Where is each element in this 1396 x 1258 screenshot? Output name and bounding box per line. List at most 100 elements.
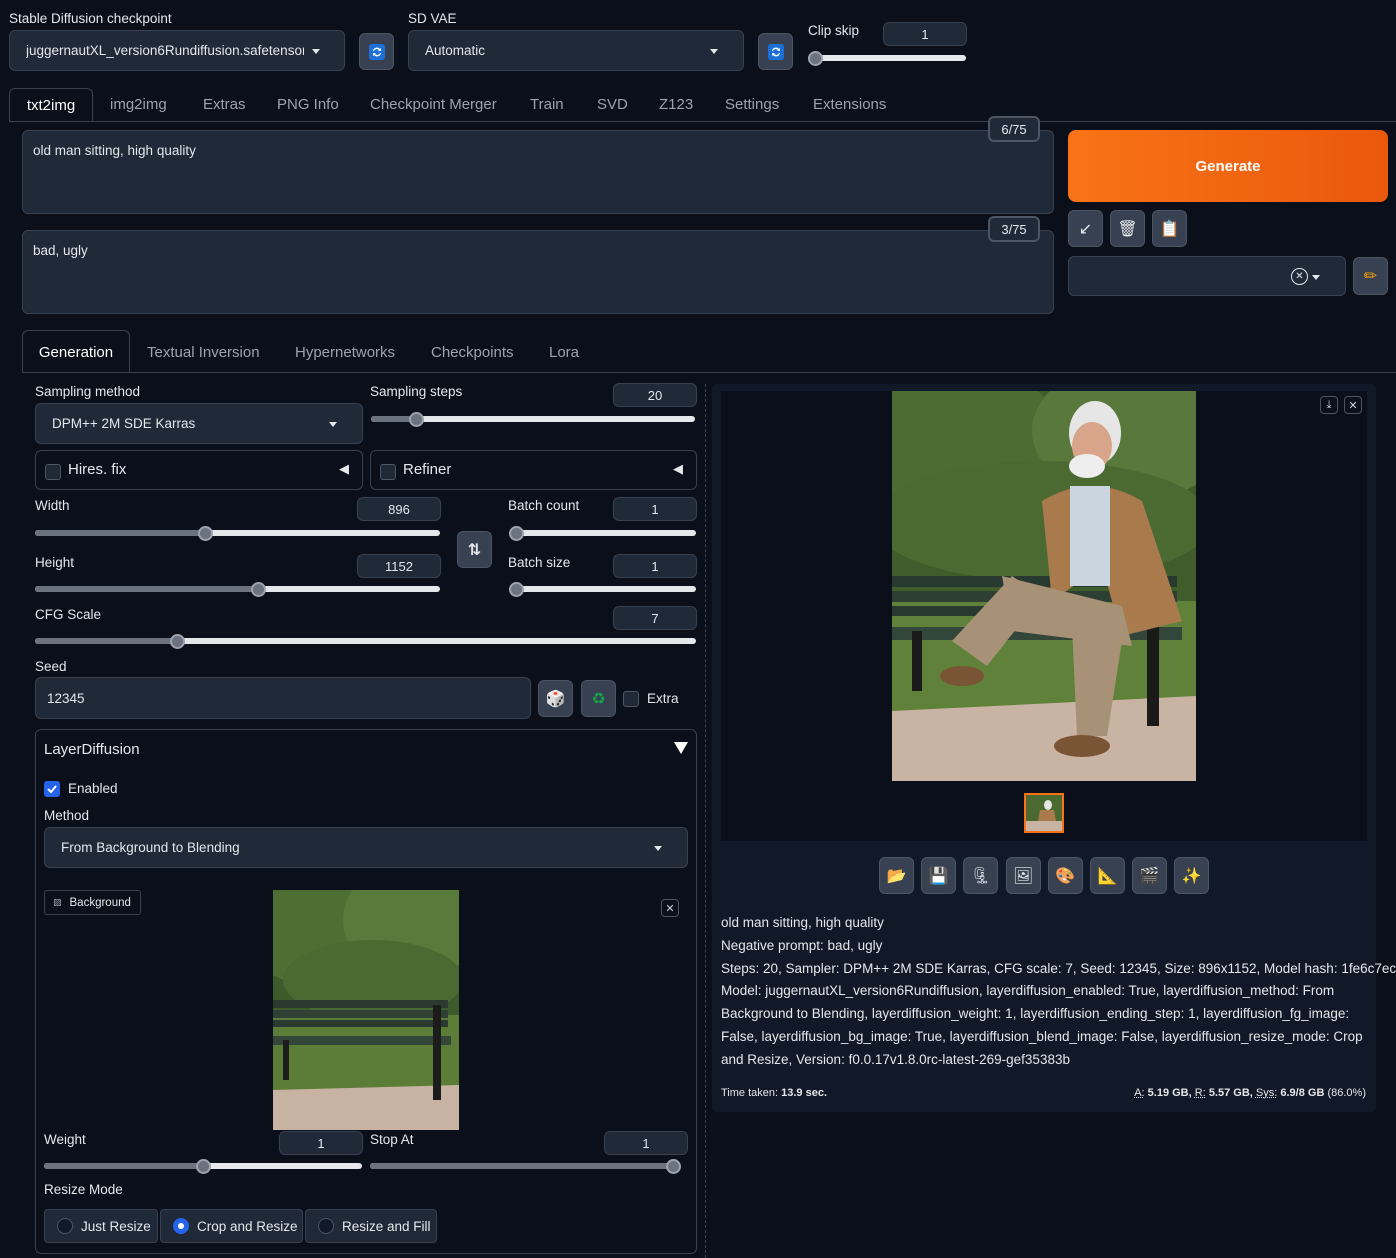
extra-checkbox[interactable] (623, 691, 639, 707)
tab-svd[interactable]: SVD (597, 96, 628, 113)
slider-thumb[interactable] (250, 581, 266, 597)
refiner-checkbox[interactable] (380, 464, 396, 480)
folder-button[interactable]: 📂 (879, 857, 914, 894)
trash-icon: 🗑 (1117, 220, 1138, 238)
refiner-accordion[interactable]: Refiner ◀ (370, 450, 697, 490)
cfg-scale-slider[interactable] (35, 638, 696, 644)
method-dropdown[interactable]: From Background to Blending (44, 827, 688, 868)
tab-png-info[interactable]: PNG Info (277, 96, 339, 113)
slider-thumb[interactable] (198, 525, 214, 541)
send-to-svd-button[interactable]: 🎬 (1132, 857, 1168, 894)
prompt-textarea[interactable]: old man sitting, high quality (22, 130, 1054, 214)
seed-value: 12345 (47, 690, 85, 706)
clear-icon[interactable]: ✕ (1291, 268, 1308, 285)
clear-prompt-button[interactable]: 🗑 (1110, 210, 1145, 247)
paste-style-button[interactable]: 📋 (1152, 210, 1187, 247)
width-slider[interactable] (35, 530, 440, 536)
memory-stats: A: 5.19 GB, R: 5.57 GB, Sys: 6.9/8 GB (8… (1134, 1087, 1366, 1099)
batch-size-input[interactable]: 1 (613, 554, 697, 578)
random-seed-button[interactable]: 🎲 (538, 680, 573, 717)
sampling-method-dropdown[interactable]: DPM++ 2M SDE Karras (35, 403, 363, 444)
remove-background-button[interactable]: ✕ (661, 899, 679, 917)
slider-thumb[interactable] (509, 525, 524, 541)
zip-button[interactable]: 🗜 (963, 857, 999, 894)
download-button[interactable]: ⤓ (1320, 396, 1338, 414)
slider-thumb[interactable] (170, 633, 186, 649)
negative-token-counter: 3/75 (988, 216, 1040, 242)
tab-txt2img[interactable]: txt2img (9, 88, 93, 122)
tab-settings[interactable]: Settings (725, 96, 779, 113)
swap-dimensions-button[interactable]: ⇅ (457, 531, 492, 568)
seed-input[interactable]: 12345 (35, 677, 531, 719)
stop-at-input[interactable]: 1 (604, 1131, 688, 1155)
prompt-text: old man sitting, high quality (33, 143, 196, 158)
clip-skip-input[interactable]: 1 (883, 22, 967, 46)
tab-img2img[interactable]: img2img (110, 96, 167, 113)
resize-option-just-resize[interactable]: Just Resize (44, 1209, 158, 1243)
output-image[interactable] (892, 391, 1196, 781)
background-label-text: Background (69, 896, 131, 909)
layerdiffusion-title[interactable]: LayerDiffusion (44, 741, 140, 758)
enabled-checkbox[interactable] (44, 781, 60, 797)
resize-option-resize-and-fill[interactable]: Resize and Fill (305, 1209, 437, 1243)
refresh-vae-button[interactable] (758, 33, 793, 70)
radio-icon (318, 1218, 334, 1234)
styles-dropdown[interactable]: ✕ (1068, 256, 1346, 296)
subtab-divider (22, 372, 1396, 373)
sampling-steps-input[interactable]: 20 (613, 383, 697, 407)
save-button[interactable]: 💾 (921, 857, 957, 894)
weight-input[interactable]: 1 (279, 1131, 363, 1155)
tab-train[interactable]: Train (530, 96, 564, 113)
mem-sys-label: Sys: (1255, 1087, 1278, 1099)
dice-icon: 🎲 (545, 690, 566, 708)
slider-thumb[interactable] (409, 411, 425, 427)
tab-extensions[interactable]: Extensions (813, 96, 886, 113)
tab-extras[interactable]: Extras (203, 96, 246, 113)
send-to-inpaint-button[interactable]: 🎨 (1047, 857, 1083, 894)
negative-prompt-textarea[interactable]: bad, ugly (22, 230, 1054, 314)
generate-button[interactable]: Generate (1068, 130, 1388, 202)
subtab-hypernetworks[interactable]: Hypernetworks (295, 344, 395, 361)
height-input[interactable]: 1152 (357, 554, 441, 578)
seed-label: Seed (35, 659, 67, 674)
cfg-scale-label: CFG Scale (35, 607, 102, 622)
width-input[interactable]: 896 (357, 497, 441, 521)
tab-z123[interactable]: Z123 (659, 96, 693, 113)
slider-thumb[interactable] (509, 581, 524, 597)
checkpoint-dropdown[interactable]: juggernautXL_version6Rundiffusion.safete… (9, 30, 345, 71)
batch-size-slider[interactable] (509, 586, 696, 592)
cfg-scale-input[interactable]: 7 (613, 606, 697, 630)
expanded-triangle-icon[interactable] (674, 742, 688, 754)
vae-dropdown[interactable]: Automatic (408, 30, 744, 71)
send-to-extras-button[interactable]: 📐 (1090, 857, 1125, 894)
clip-skip-slider[interactable] (808, 55, 966, 61)
subtab-textual-inversion[interactable]: Textual Inversion (147, 344, 260, 361)
hires-fix-accordion[interactable]: Hires. fix ◀ (35, 450, 363, 490)
edit-styles-button[interactable]: ✏ (1353, 257, 1388, 295)
height-slider[interactable] (35, 586, 440, 592)
zip-icon: 🗜 (970, 867, 992, 885)
subtab-checkpoints[interactable]: Checkpoints (431, 344, 514, 361)
batch-count-slider[interactable] (509, 530, 696, 536)
send-to-img2img-button[interactable]: 🖼 (1005, 857, 1041, 894)
resize-option-crop-and-resize[interactable]: Crop and Resize (160, 1209, 303, 1243)
stop-at-slider[interactable] (370, 1163, 680, 1169)
refresh-checkpoint-button[interactable] (359, 33, 394, 70)
close-gallery-button[interactable]: ✕ (1344, 396, 1362, 414)
background-image[interactable] (273, 890, 459, 1130)
mem-sys-value: 6.9/8 GB (1280, 1087, 1325, 1099)
reuse-seed-button[interactable]: ♻ (581, 680, 616, 717)
subtab-generation[interactable]: Generation (22, 330, 130, 373)
batch-count-input[interactable]: 1 (613, 497, 697, 521)
hires-fix-checkbox[interactable] (45, 464, 61, 480)
read-params-button[interactable]: ↙ (1068, 210, 1103, 247)
subtab-lora[interactable]: Lora (549, 344, 579, 361)
tab-checkpoint-merger[interactable]: Checkpoint Merger (370, 96, 497, 113)
slider-thumb[interactable] (666, 1158, 681, 1174)
slider-thumb[interactable] (196, 1158, 211, 1174)
gallery-thumbnail[interactable] (1024, 793, 1064, 833)
send-to-other-button[interactable]: ✨ (1174, 857, 1210, 894)
chevron-down-icon (329, 422, 337, 427)
slider-thumb[interactable] (808, 50, 823, 66)
old-man-on-bench-photo (892, 391, 1196, 781)
